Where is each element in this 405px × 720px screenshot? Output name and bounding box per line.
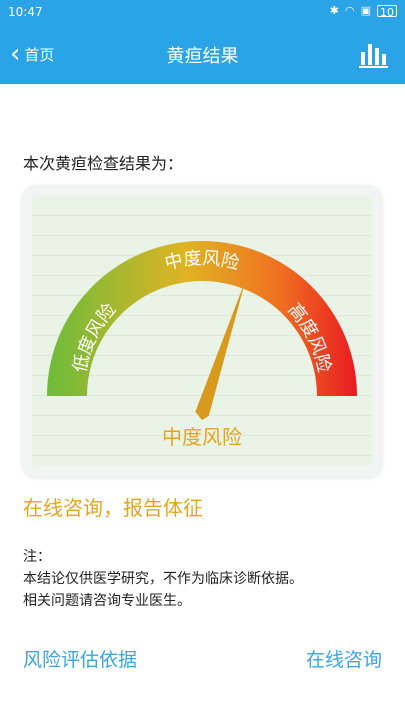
status-icons: ✱ ◠ ▣ 10: [329, 4, 397, 19]
result-heading: 本次黄疸检查结果为：: [23, 154, 184, 173]
nav-bar: ‹ 首页 黄疸结果: [0, 24, 405, 84]
gauge-result-label: 中度风险: [162, 425, 242, 449]
note-title: 注：: [23, 549, 51, 565]
note-line-2: 相关问题请咨询专业医生。: [23, 593, 191, 609]
gauge-panel: 低度风险 中度风险 高度风险 中度风险: [22, 186, 382, 478]
content: 本次黄疸检查结果为： 低度风险 中度风险 高度风险 中度风险 在线咨询，报告体征…: [0, 84, 405, 720]
page-title: 黄疸结果: [166, 46, 239, 67]
wifi-icon: ◠: [344, 4, 355, 17]
sim-icon: ▣: [360, 4, 371, 17]
risk-basis-link[interactable]: 风险评估依据: [23, 645, 137, 672]
online-consult-link[interactable]: 在线咨询: [306, 645, 382, 672]
status-bar: 10:47 ✱ ◠ ▣ 10: [0, 0, 405, 24]
battery-icon: 10: [377, 5, 397, 19]
gauge-needle: [195, 278, 246, 420]
risk-gauge: 低度风险 中度风险 高度风险 中度风险: [47, 241, 357, 449]
bar-chart-icon[interactable]: [357, 38, 389, 70]
note-line-1: 本结论仅供医学研究，不作为临床诊断依据。: [23, 571, 303, 587]
status-time: 10:47: [8, 5, 43, 19]
consult-report-text[interactable]: 在线咨询，报告体征: [23, 492, 203, 521]
bluetooth-icon: ✱: [329, 4, 339, 17]
